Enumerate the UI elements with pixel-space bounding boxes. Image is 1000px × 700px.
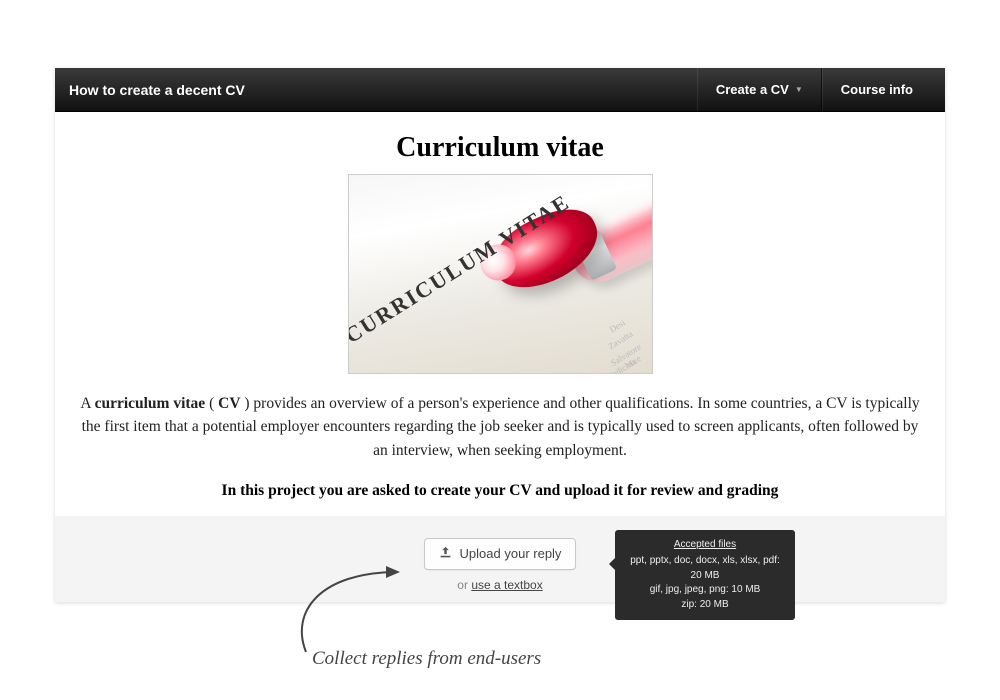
hero-image: CURRICULUM VITAE Desi Zavatta Salvatore … <box>348 174 653 374</box>
annotation-caption: Collect replies from end-users <box>312 648 541 670</box>
tooltip-title: Accepted files <box>625 538 785 553</box>
reply-zone: Upload your reply or use a textbox Accep… <box>55 516 945 602</box>
intro-paragraph: A curriculum vitae ( CV ) provides an ov… <box>75 392 925 462</box>
course-page-frame: How to create a decent CV Create a CV ▼ … <box>55 68 945 602</box>
tooltip-line: ppt, pptx, doc, docx, xls, xlsx, pdf: 20… <box>630 555 780 581</box>
chevron-down-icon: ▼ <box>795 85 803 94</box>
para-bold: curriculum vitae <box>95 395 206 412</box>
course-title: How to create a decent CV <box>69 82 245 98</box>
use-textbox-link[interactable]: use a textbox <box>471 578 542 592</box>
project-instruction: In this project you are asked to create … <box>73 482 927 500</box>
nav-create-cv-label: Create a CV <box>716 82 789 97</box>
nav-course-info-label: Course info <box>841 82 913 97</box>
tooltip-line: zip: 20 MB <box>681 599 728 610</box>
upload-reply-label: Upload your reply <box>460 546 562 561</box>
nav-create-cv[interactable]: Create a CV ▼ <box>697 68 822 111</box>
para-text: A <box>80 395 94 412</box>
topbar: How to create a decent CV Create a CV ▼ … <box>55 68 945 112</box>
alt-prefix: or <box>457 578 471 592</box>
accepted-files-tooltip: Accepted files ppt, pptx, doc, docx, xls… <box>615 530 795 621</box>
upload-icon <box>439 546 452 562</box>
content-area: Curriculum vitae CURRICULUM VITAE Desi Z… <box>55 112 945 516</box>
alt-action: or use a textbox <box>55 578 945 592</box>
para-text: ( <box>205 395 218 412</box>
para-bold: CV <box>218 395 240 412</box>
topbar-nav: Create a CV ▼ Course info <box>697 68 931 111</box>
tooltip-line: gif, jpg, jpeg, png: 10 MB <box>650 584 761 595</box>
page-heading: Curriculum vitae <box>73 132 927 164</box>
upload-reply-button[interactable]: Upload your reply <box>424 538 577 570</box>
nav-course-info[interactable]: Course info <box>822 68 931 111</box>
